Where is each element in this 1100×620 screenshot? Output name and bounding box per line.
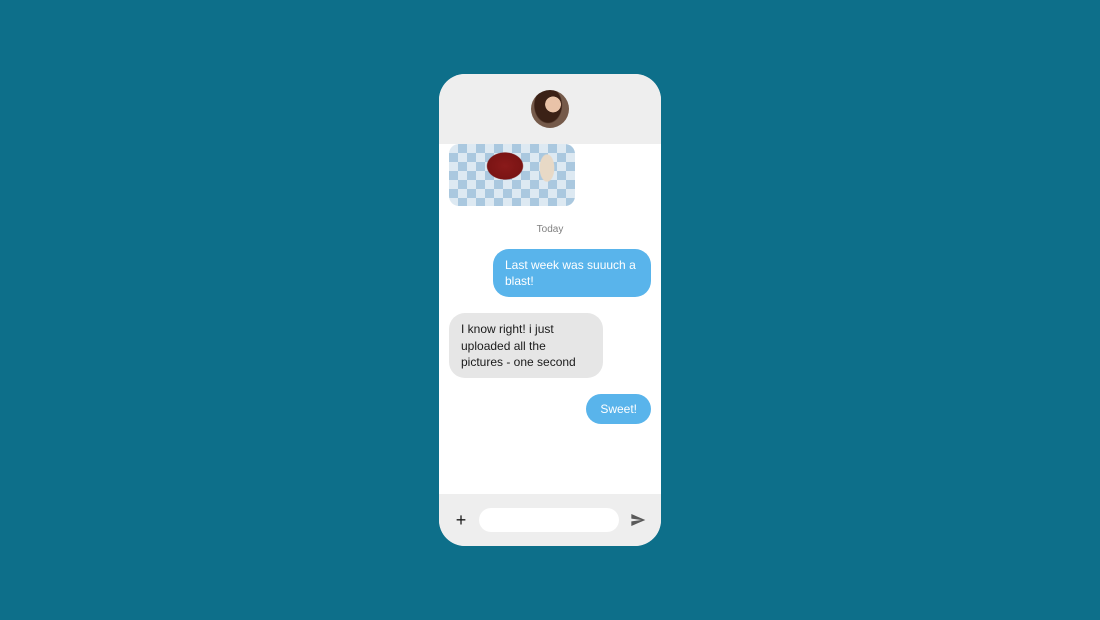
chat-header [439,74,661,144]
message-received[interactable]: I know right! i just uploaded all the pi… [449,313,603,378]
phone-frame: Today Last week was suuuch a blast! I kn… [439,74,661,546]
message-sent[interactable]: Last week was suuuch a blast! [493,249,651,297]
send-icon [630,512,646,528]
message-sent[interactable]: Sweet! [586,394,651,424]
date-separator: Today [449,224,651,235]
plus-icon: + [456,511,467,529]
add-attachment-button[interactable]: + [453,512,469,528]
contact-avatar[interactable] [531,90,569,128]
message-composer: + [439,494,661,546]
message-thread[interactable]: Today Last week was suuuch a blast! I kn… [439,144,661,494]
message-input[interactable] [479,508,619,532]
image-attachment[interactable] [449,144,575,206]
send-button[interactable] [629,511,647,529]
